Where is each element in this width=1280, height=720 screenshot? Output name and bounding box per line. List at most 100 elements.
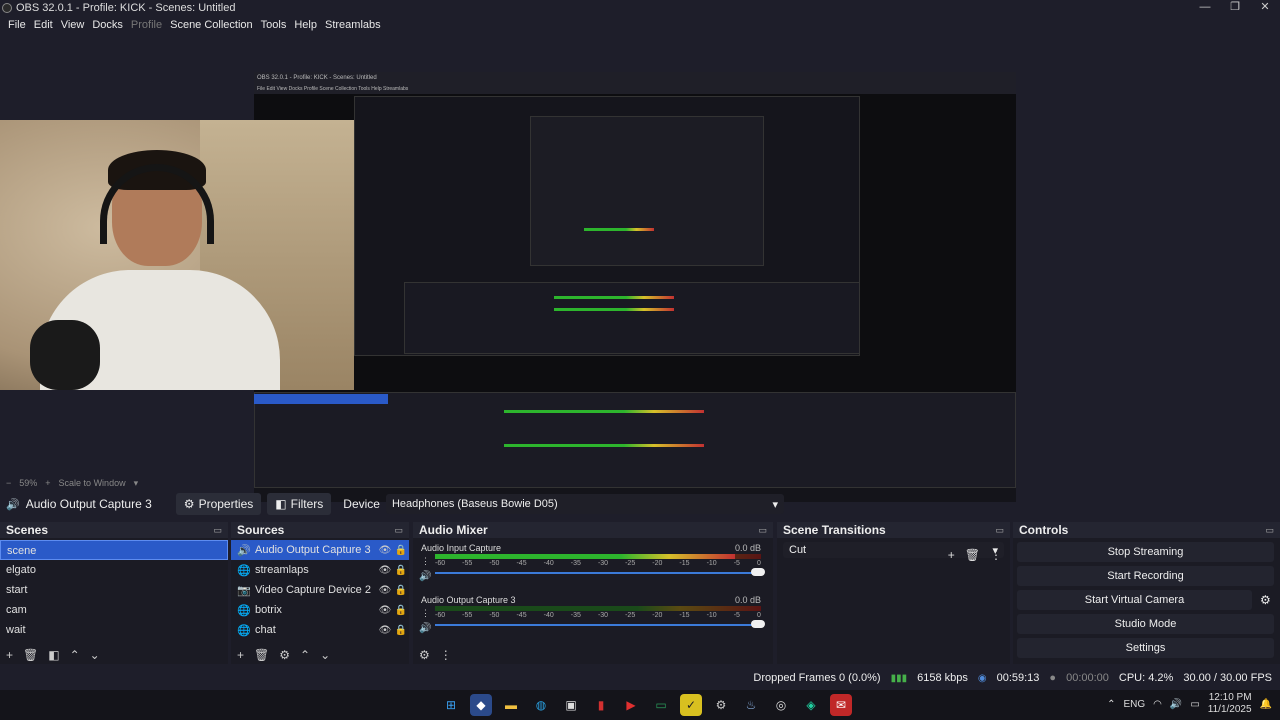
steam-icon[interactable]: ♨ <box>740 694 762 716</box>
edge-icon[interactable]: ◍ <box>530 694 552 716</box>
app-icon-yellow[interactable]: ✓ <box>680 694 702 716</box>
store-icon[interactable]: ▣ <box>560 694 582 716</box>
menu-scene-collection[interactable]: Scene Collection <box>170 19 253 31</box>
volume-slider[interactable] <box>435 620 765 628</box>
float-icon[interactable]: ▭ <box>1265 525 1274 536</box>
move-up-icon[interactable]: ⌃ <box>70 648 80 662</box>
start-recording-button[interactable]: Start Recording <box>1017 566 1274 586</box>
settings-gear-icon[interactable]: ⚙ <box>710 694 732 716</box>
studio-mode-button[interactable]: Studio Mode <box>1017 614 1274 634</box>
speaker-icon[interactable]: 🔊 <box>419 623 431 634</box>
app-icon-mail[interactable]: ✉ <box>830 694 852 716</box>
preview-area[interactable]: OBS 32.0.1 - Profile: KICK - Scenes: Unt… <box>0 34 1280 502</box>
scene-item[interactable]: elgato <box>0 560 228 580</box>
eye-icon[interactable]: 👁 <box>377 545 393 556</box>
file-explorer-icon[interactable]: ▬ <box>500 694 522 716</box>
float-icon[interactable]: ▭ <box>213 525 222 536</box>
lock-icon[interactable]: 🔒 <box>393 605 409 616</box>
scene-item[interactable]: start <box>0 580 228 600</box>
scene-item[interactable]: cam <box>0 600 228 620</box>
menu-help[interactable]: Help <box>294 19 317 31</box>
more-icon[interactable]: ⋮ <box>421 556 430 567</box>
nested-window-title: OBS 32.0.1 - Profile: KICK - Scenes: Unt… <box>254 72 1016 84</box>
more-icon[interactable]: ⋮ <box>421 608 430 619</box>
minimize-icon[interactable]: — <box>1190 0 1220 16</box>
volume-icon[interactable]: 🔊 <box>1170 699 1182 710</box>
clock[interactable]: 12:10 PM 11/1/2025 <box>1208 692 1252 716</box>
volume-slider[interactable] <box>435 568 765 576</box>
source-item[interactable]: 📷 Video Capture Device 2 👁 🔒 <box>231 580 409 600</box>
youtube-icon[interactable]: ▶ <box>620 694 642 716</box>
float-icon[interactable]: ▭ <box>995 525 1004 536</box>
settings-button[interactable]: Settings <box>1017 638 1274 658</box>
chevron-up-icon[interactable]: ⌃ <box>1107 699 1115 710</box>
zoom-dropdown-icon[interactable]: ▾ <box>134 478 139 489</box>
float-icon[interactable]: ▭ <box>394 525 403 536</box>
close-icon[interactable]: ✕ <box>1250 0 1280 16</box>
filters-button[interactable]: ◧ Filters <box>267 493 332 515</box>
properties-button[interactable]: ⚙ Properties <box>175 493 262 515</box>
menu-file[interactable]: File <box>8 19 26 31</box>
lang[interactable]: ENG <box>1123 699 1145 710</box>
move-down-icon[interactable]: ⌄ <box>320 648 330 662</box>
menu-edit[interactable]: Edit <box>34 19 53 31</box>
zoom-in-icon[interactable]: + <box>45 478 50 488</box>
preview-canvas[interactable]: OBS 32.0.1 - Profile: KICK - Scenes: Unt… <box>254 72 1016 502</box>
source-item[interactable]: 🌐 streamlaps 👁 🔒 <box>231 560 409 580</box>
zoom-mode[interactable]: Scale to Window <box>59 478 126 488</box>
scene-item[interactable]: scene <box>0 540 228 560</box>
source-item[interactable]: 🌐 botrix 👁 🔒 <box>231 600 409 620</box>
eye-icon[interactable]: 👁 <box>377 565 393 576</box>
volume-knob[interactable] <box>751 620 765 628</box>
menu-profile[interactable]: Profile <box>131 19 162 31</box>
gear-icon[interactable]: ⚙ <box>1260 593 1271 607</box>
scene-item[interactable]: wait <box>0 620 228 640</box>
cpu-usage: CPU: 4.2% <box>1118 672 1174 684</box>
lock-icon[interactable]: 🔒 <box>393 625 409 636</box>
eye-icon[interactable]: 👁 <box>377 585 393 596</box>
move-down-icon[interactable]: ⌄ <box>90 648 100 662</box>
trash-icon[interactable]: 🗑 <box>23 648 38 662</box>
volume-knob[interactable] <box>751 568 765 576</box>
lock-icon[interactable]: 🔒 <box>393 565 409 576</box>
tick-label: -15 <box>679 612 690 619</box>
start-virtual-camera-button[interactable]: Start Virtual Camera <box>1017 590 1252 610</box>
gear-icon[interactable]: ⚙ <box>279 648 290 662</box>
app-icon-teal[interactable]: ◈ <box>800 694 822 716</box>
move-up-icon[interactable]: ⌃ <box>300 648 310 662</box>
windows-start-icon[interactable]: ⊞ <box>440 694 462 716</box>
terminal-icon[interactable]: ▭ <box>650 694 672 716</box>
obs-icon[interactable]: ◎ <box>770 694 792 716</box>
more-icon[interactable]: ⋮ <box>990 548 1002 562</box>
menu-view[interactable]: View <box>61 19 85 31</box>
more-icon[interactable]: ⋮ <box>440 648 452 662</box>
microphone <box>30 320 100 390</box>
lock-icon[interactable]: 🔒 <box>393 585 409 596</box>
add-icon[interactable]: + <box>6 648 13 662</box>
copilot-icon[interactable]: ◆ <box>470 694 492 716</box>
eye-icon[interactable]: 👁 <box>377 625 393 636</box>
lock-icon[interactable]: 🔒 <box>393 545 409 556</box>
zoom-out-icon[interactable]: − <box>6 478 11 488</box>
trash-icon[interactable]: 🗑 <box>254 648 269 662</box>
notification-icon[interactable]: 🔔 <box>1260 699 1272 710</box>
trash-icon[interactable]: 🗑 <box>965 548 980 562</box>
wifi-icon[interactable]: ◠ <box>1153 699 1162 710</box>
eye-icon[interactable]: 👁 <box>377 605 393 616</box>
device-select[interactable]: Headphones (Baseus Bowie D05) ▾ <box>385 494 784 514</box>
float-icon[interactable]: ▭ <box>758 525 767 536</box>
app-icon-red[interactable]: ▮ <box>590 694 612 716</box>
battery-icon[interactable]: ▭ <box>1190 699 1199 710</box>
menu-docks[interactable]: Docks <box>92 19 123 31</box>
maximize-icon[interactable]: ❐ <box>1220 0 1250 16</box>
source-item[interactable]: 🌐 chat 👁 🔒 <box>231 620 409 640</box>
stop-streaming-button[interactable]: Stop Streaming <box>1017 542 1274 562</box>
menu-streamlabs[interactable]: Streamlabs <box>325 19 381 31</box>
source-item[interactable]: 🔊 Audio Output Capture 3 👁 🔒 <box>231 540 409 560</box>
speaker-icon[interactable]: 🔊 <box>419 571 431 582</box>
gear-icon[interactable]: ⚙ <box>419 648 430 662</box>
add-icon[interactable]: + <box>948 548 955 562</box>
menu-tools[interactable]: Tools <box>261 19 287 31</box>
add-icon[interactable]: + <box>237 648 244 662</box>
filter-icon[interactable]: ◧ <box>48 648 59 662</box>
